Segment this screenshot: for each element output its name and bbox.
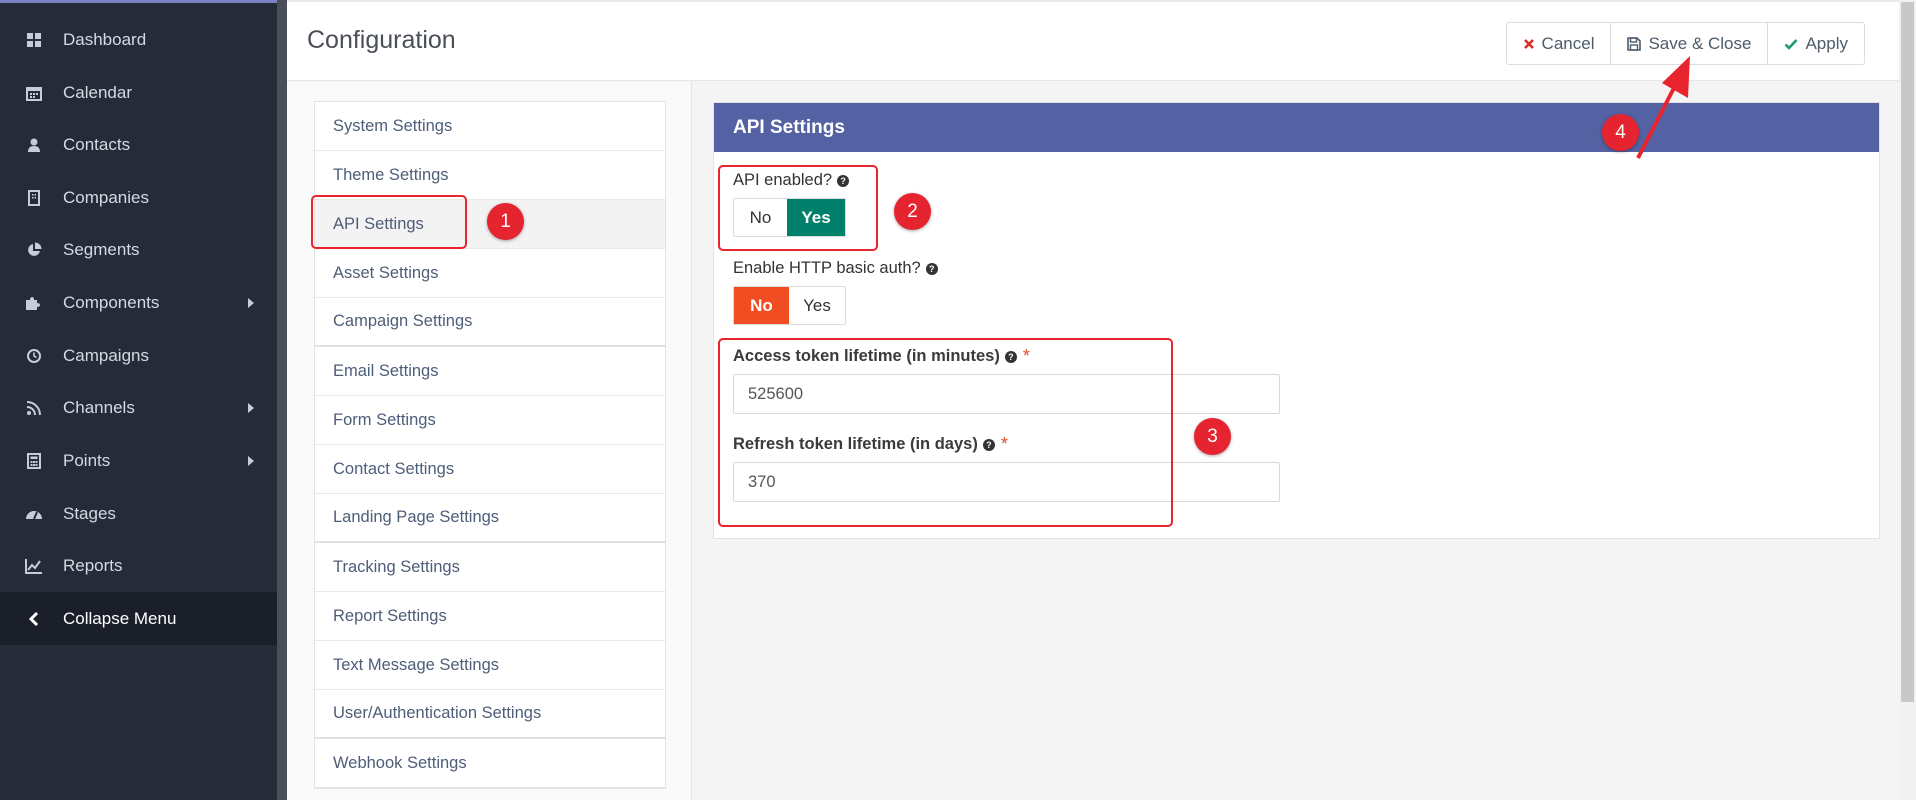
nav-label: Points bbox=[63, 450, 111, 470]
collapse-menu-button[interactable]: Collapse Menu bbox=[0, 592, 277, 645]
settings-item-report[interactable]: Report Settings bbox=[315, 592, 665, 641]
apply-label: Apply bbox=[1805, 33, 1848, 53]
save-icon bbox=[1627, 36, 1642, 51]
scrollbar-thumb[interactable] bbox=[1901, 2, 1914, 702]
calculator-icon bbox=[21, 452, 47, 469]
nav-item-campaigns[interactable]: Campaigns bbox=[0, 329, 277, 382]
annotation-arrow bbox=[1636, 56, 1690, 159]
settings-item-campaign[interactable]: Campaign Settings bbox=[315, 298, 665, 347]
nav-label: Campaigns bbox=[63, 345, 149, 365]
nav-label: Contacts bbox=[63, 134, 131, 154]
nav-item-channels[interactable]: Channels bbox=[0, 381, 277, 434]
settings-item-webhook[interactable]: Webhook Settings bbox=[315, 739, 665, 788]
settings-item-contact[interactable]: Contact Settings bbox=[315, 445, 665, 494]
basic-auth-toggle: No Yes bbox=[733, 286, 846, 325]
settings-item-system[interactable]: System Settings bbox=[315, 102, 665, 151]
nav-label: Dashboard bbox=[63, 29, 147, 49]
settings-item-theme[interactable]: Theme Settings bbox=[315, 151, 665, 200]
nav-item-components[interactable]: Components bbox=[0, 276, 277, 329]
annotation-number-3: 3 bbox=[1194, 418, 1231, 455]
annotation-number-2: 2 bbox=[894, 193, 931, 230]
nav-label: Calendar bbox=[63, 82, 132, 102]
settings-item-email[interactable]: Email Settings bbox=[315, 347, 665, 396]
settings-item-tracking[interactable]: Tracking Settings bbox=[315, 543, 665, 592]
nav-item-segments[interactable]: Segments bbox=[0, 223, 277, 276]
annotation-box-1 bbox=[311, 195, 467, 249]
nav-item-dashboard[interactable]: Dashboard bbox=[0, 13, 277, 66]
annotation-box-2 bbox=[718, 165, 878, 251]
nav-label: Companies bbox=[63, 187, 149, 207]
apply-button[interactable]: Apply bbox=[1768, 23, 1864, 64]
chevron-right-icon bbox=[248, 402, 254, 413]
nav-item-stages[interactable]: Stages bbox=[0, 487, 277, 540]
annotation-number-1: 1 bbox=[487, 203, 524, 240]
settings-item-form[interactable]: Form Settings bbox=[315, 396, 665, 445]
chevron-right-icon bbox=[248, 297, 254, 308]
cancel-button[interactable]: Cancel bbox=[1507, 23, 1612, 64]
nav-item-reports[interactable]: Reports bbox=[0, 539, 277, 592]
clock-icon bbox=[21, 348, 47, 364]
nav-item-calendar[interactable]: Calendar bbox=[0, 66, 277, 119]
puzzle-icon bbox=[21, 295, 47, 311]
nav-item-contacts[interactable]: Contacts bbox=[0, 118, 277, 171]
nav-label: Stages bbox=[63, 503, 116, 523]
line-chart-icon bbox=[21, 558, 47, 574]
rss-icon bbox=[21, 400, 47, 416]
pie-chart-icon bbox=[21, 242, 47, 258]
annotation-box-3 bbox=[718, 338, 1173, 527]
dashboard-icon bbox=[21, 32, 47, 48]
scrollbar[interactable] bbox=[1899, 0, 1916, 800]
basic-auth-yes-option[interactable]: Yes bbox=[789, 287, 845, 324]
sidebar-top-line bbox=[0, 0, 277, 3]
calendar-icon bbox=[21, 85, 47, 101]
settings-item-landing-page[interactable]: Landing Page Settings bbox=[315, 494, 665, 543]
collapse-label: Collapse Menu bbox=[63, 608, 177, 628]
basic-auth-label: Enable HTTP basic auth? ? bbox=[733, 259, 938, 278]
settings-item-user-auth[interactable]: User/Authentication Settings bbox=[315, 690, 665, 739]
cancel-label: Cancel bbox=[1541, 33, 1595, 53]
page-title: Configuration bbox=[307, 26, 456, 54]
building-icon bbox=[21, 189, 47, 206]
sidebar: Dashboard Calendar Contacts Companies Se… bbox=[0, 0, 287, 800]
close-icon bbox=[1523, 38, 1535, 50]
check-icon bbox=[1784, 38, 1798, 50]
nav-item-companies[interactable]: Companies bbox=[0, 171, 277, 224]
basic-auth-text: Enable HTTP basic auth? bbox=[733, 259, 921, 277]
help-icon[interactable]: ? bbox=[925, 262, 938, 275]
basic-auth-no-option[interactable]: No bbox=[734, 287, 789, 324]
nav-label: Channels bbox=[63, 397, 135, 417]
nav-item-points[interactable]: Points bbox=[0, 434, 277, 487]
settings-item-asset[interactable]: Asset Settings bbox=[315, 249, 665, 298]
nav-label: Segments bbox=[63, 239, 140, 259]
tachometer-icon bbox=[21, 506, 47, 522]
settings-item-text-message[interactable]: Text Message Settings bbox=[315, 641, 665, 690]
chevron-right-icon bbox=[248, 455, 254, 466]
nav-label: Components bbox=[63, 292, 160, 312]
chevron-left-icon bbox=[21, 611, 47, 627]
nav-label: Reports bbox=[63, 555, 123, 575]
user-icon bbox=[21, 137, 47, 153]
settings-nav-column: System Settings Theme Settings API Setti… bbox=[287, 82, 692, 800]
